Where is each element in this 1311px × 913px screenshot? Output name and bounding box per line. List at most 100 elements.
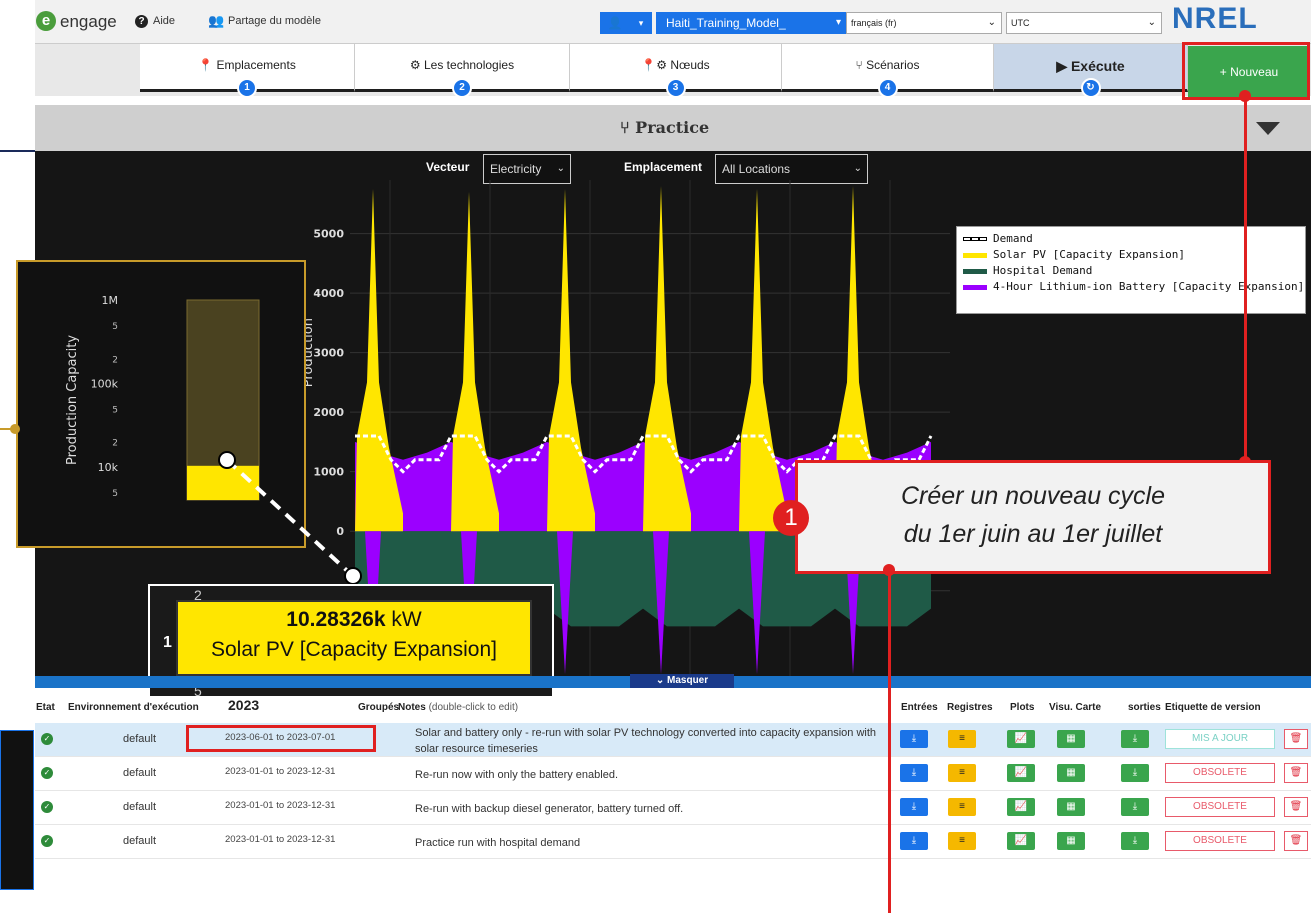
tab-scenarios[interactable]: ⑂ Scénarios 4 (782, 44, 994, 98)
date-range-cell: 2023-01-01 to 2023-12-31 (225, 766, 336, 777)
annotation-connector (888, 574, 891, 913)
annotation-highlight-dates (186, 725, 376, 752)
plots-button[interactable]: 📈 (1007, 730, 1035, 748)
y-tick-label: 1M (102, 294, 119, 307)
user-account-button[interactable]: 👤 (600, 12, 630, 34)
location-label: Emplacement (624, 160, 703, 174)
y-tick-label: 4000 (313, 287, 344, 300)
timezone-select[interactable]: UTC ⌄ (1006, 12, 1162, 34)
brand-name[interactable]: engage (60, 12, 117, 32)
map-view-button[interactable]: ▦ (1057, 764, 1085, 782)
notes-cell[interactable]: Solar and battery only - re-run with sol… (415, 725, 890, 757)
tab-label: Nœuds (670, 58, 710, 72)
user-dropdown-icon[interactable]: ▾ (630, 12, 652, 34)
env-cell: default (123, 835, 157, 847)
download-outputs-button[interactable]: ⤓ (1121, 798, 1149, 816)
language-select[interactable]: français (fr) ⌄ (846, 12, 1002, 34)
tooltip-axis-tick: 1 (163, 634, 172, 651)
version-tag-button[interactable]: OBSOLETE (1165, 831, 1275, 851)
decorative-line (0, 150, 35, 180)
chevron-down-icon: ⌄ (556, 163, 565, 174)
logs-button[interactable]: ≡ (948, 832, 976, 850)
collapse-triangle-icon[interactable] (1256, 122, 1280, 135)
annotation-connector (1244, 96, 1247, 462)
plots-button[interactable]: 📈 (1007, 798, 1035, 816)
delete-icon[interactable]: 🗑 (1284, 763, 1308, 783)
download-inputs-button[interactable]: ⤓ (900, 798, 928, 816)
logs-button[interactable]: ≡ (948, 798, 976, 816)
play-icon: ▶ (1056, 58, 1071, 74)
version-tag-button[interactable]: OBSOLETE (1165, 763, 1275, 783)
language-value: français (fr) (851, 18, 897, 28)
solar-pv-peak (547, 188, 595, 532)
legend-item-battery[interactable]: 4-Hour Lithium-ion Battery [Capacity Exp… (963, 279, 1304, 295)
plots-button[interactable]: 📈 (1007, 832, 1035, 850)
tab-label: Emplacements (216, 58, 296, 72)
tab-run[interactable]: ▶ Exécute ↻ (994, 44, 1188, 98)
legend-swatch (963, 284, 987, 290)
download-outputs-button[interactable]: ⤓ (1121, 730, 1149, 748)
thumbnail-preview (0, 730, 34, 890)
logs-button[interactable]: ≡ (948, 730, 976, 748)
tab-nodes[interactable]: 📍⚙ Nœuds 3 (570, 44, 782, 98)
help-icon[interactable]: ? (135, 15, 148, 28)
table-row[interactable]: ✓ default 2023-01-01 to 2023-12-31 Re-run n… (35, 757, 1311, 791)
chevron-down-icon: ⌄ (1147, 17, 1156, 28)
tab-label: Exécute (1070, 58, 1125, 74)
y-axis-label: Production Capacity (65, 335, 80, 465)
y-tick-label: 5 (112, 406, 118, 416)
tab-technologies[interactable]: ⚙ Les technologies 2 (355, 44, 570, 98)
annotation-callout: Créer un nouveau cycle du 1er juin au 1e… (795, 460, 1271, 574)
y-tick-label: 5 (112, 489, 118, 499)
table-row[interactable]: ✓ default 2023-01-01 to 2023-12-31 Practice… (35, 825, 1311, 859)
solar-pv-peak (451, 191, 499, 532)
y-tick-label: 3000 (313, 347, 344, 360)
status-check-icon: ✓ (41, 835, 53, 847)
legend-item-solar[interactable]: Solar PV [Capacity Expansion] (963, 247, 1299, 263)
download-inputs-button[interactable]: ⤓ (900, 730, 928, 748)
col-header-logs: Registres (947, 702, 993, 713)
share-users-icon[interactable]: 👥 (208, 13, 224, 29)
table-row[interactable]: ✓ default 2023-01-01 to 2023-12-31 Re-run w… (35, 791, 1311, 825)
download-inputs-button[interactable]: ⤓ (900, 764, 928, 782)
download-outputs-button[interactable]: ⤓ (1121, 764, 1149, 782)
legend-item-demand[interactable]: Demand (963, 231, 1299, 247)
env-cell: default (123, 767, 157, 779)
model-selector[interactable]: Haiti_Training_Model_ ▾ (656, 12, 846, 34)
version-tag-button[interactable]: OBSOLETE (1165, 797, 1275, 817)
share-model-link[interactable]: Partage du modèle (228, 15, 321, 27)
y-tick-label: 2 (112, 355, 118, 365)
col-header-notes: Notes (double-click to edit) (398, 702, 519, 713)
col-header-plots: Plots (1010, 702, 1035, 713)
tooltip-value: 10.28326k (286, 608, 386, 631)
callout-line-1: Créer un nouveau cycle (900, 482, 1166, 510)
tab-locations[interactable]: 📍 Emplacements 1 (140, 44, 355, 98)
col-header-map: Visu. Carte (1049, 702, 1102, 713)
status-check-icon: ✓ (41, 801, 53, 813)
notes-cell[interactable]: Re-run with backup diesel generator, bat… (415, 801, 890, 817)
logs-button[interactable]: ≡ (948, 764, 976, 782)
notes-cell[interactable]: Practice run with hospital demand (415, 835, 890, 851)
step-badge: 1 (773, 500, 809, 536)
map-view-button[interactable]: ▦ (1057, 832, 1085, 850)
map-view-button[interactable]: ▦ (1057, 798, 1085, 816)
delete-icon[interactable]: 🗑 (1284, 729, 1308, 749)
chart-legend: Demand Solar PV [Capacity Expansion] Hos… (956, 226, 1306, 314)
version-tag-button[interactable]: MIS A JOUR (1165, 729, 1275, 749)
delete-icon[interactable]: 🗑 (1284, 831, 1308, 851)
y-tick-label: 5000 (313, 228, 344, 241)
map-view-button[interactable]: ▦ (1057, 730, 1085, 748)
hide-chart-button[interactable]: ⌄ Masquer (630, 674, 734, 688)
help-link[interactable]: Aide (153, 15, 175, 27)
vector-label: Vecteur (426, 160, 470, 174)
annotation-dot (1239, 90, 1251, 102)
notes-cell[interactable]: Re-run now with only the battery enabled… (415, 767, 890, 783)
legend-item-hospital[interactable]: Hospital Demand (963, 263, 1299, 279)
branch-icon: ⑂ (620, 118, 636, 137)
download-inputs-button[interactable]: ⤓ (900, 832, 928, 850)
delete-icon[interactable]: 🗑 (1284, 797, 1308, 817)
download-outputs-button[interactable]: ⤓ (1121, 832, 1149, 850)
annotation-dot (10, 424, 20, 434)
plots-button[interactable]: 📈 (1007, 764, 1035, 782)
model-name: Haiti_Training_Model_ (666, 16, 786, 30)
